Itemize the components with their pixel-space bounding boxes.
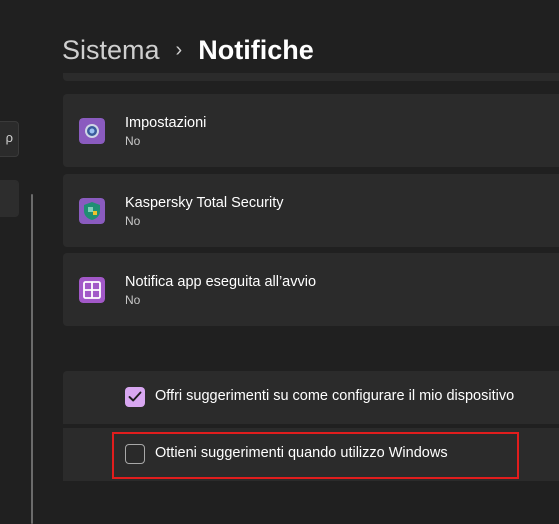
app-status: No xyxy=(125,134,141,148)
checkmark-icon xyxy=(128,391,142,402)
app-name: Impostazioni xyxy=(125,115,207,131)
app-card-startup[interactable]: Notifica app eseguita all’avvio No xyxy=(63,253,559,326)
app-card-kaspersky[interactable]: Kaspersky Total Security No xyxy=(63,174,559,247)
app-card-impostazioni[interactable]: Impostazioni No xyxy=(63,94,559,167)
breadcrumb: Sistema › Notifiche xyxy=(62,30,314,70)
app-name: Notifica app eseguita all’avvio xyxy=(125,274,317,290)
app-name: Kaspersky Total Security xyxy=(125,195,284,211)
option-row-setup-suggestions[interactable]: Offri suggerimenti su come configurare i… xyxy=(63,371,559,424)
app-card-partial[interactable] xyxy=(63,73,559,81)
highlight-annotation-box xyxy=(112,432,519,479)
app-status: No xyxy=(125,293,141,307)
sidebar-scrollbar[interactable] xyxy=(31,194,33,524)
sidebar-selected-item[interactable] xyxy=(0,180,19,217)
breadcrumb-parent-link[interactable]: Sistema xyxy=(62,35,160,66)
setup-suggestions-checkbox[interactable] xyxy=(125,387,145,407)
startup-apps-icon xyxy=(79,277,105,303)
kaspersky-shield-icon xyxy=(79,198,105,224)
setup-suggestions-label: Offri suggerimenti su come configurare i… xyxy=(155,388,515,404)
app-status: No xyxy=(125,214,141,228)
search-icon: ρ xyxy=(5,130,13,145)
search-box[interactable]: ρ xyxy=(0,121,19,157)
gear-icon xyxy=(79,118,105,144)
chevron-right-icon: › xyxy=(175,38,183,61)
page-title: Notifiche xyxy=(198,34,314,65)
